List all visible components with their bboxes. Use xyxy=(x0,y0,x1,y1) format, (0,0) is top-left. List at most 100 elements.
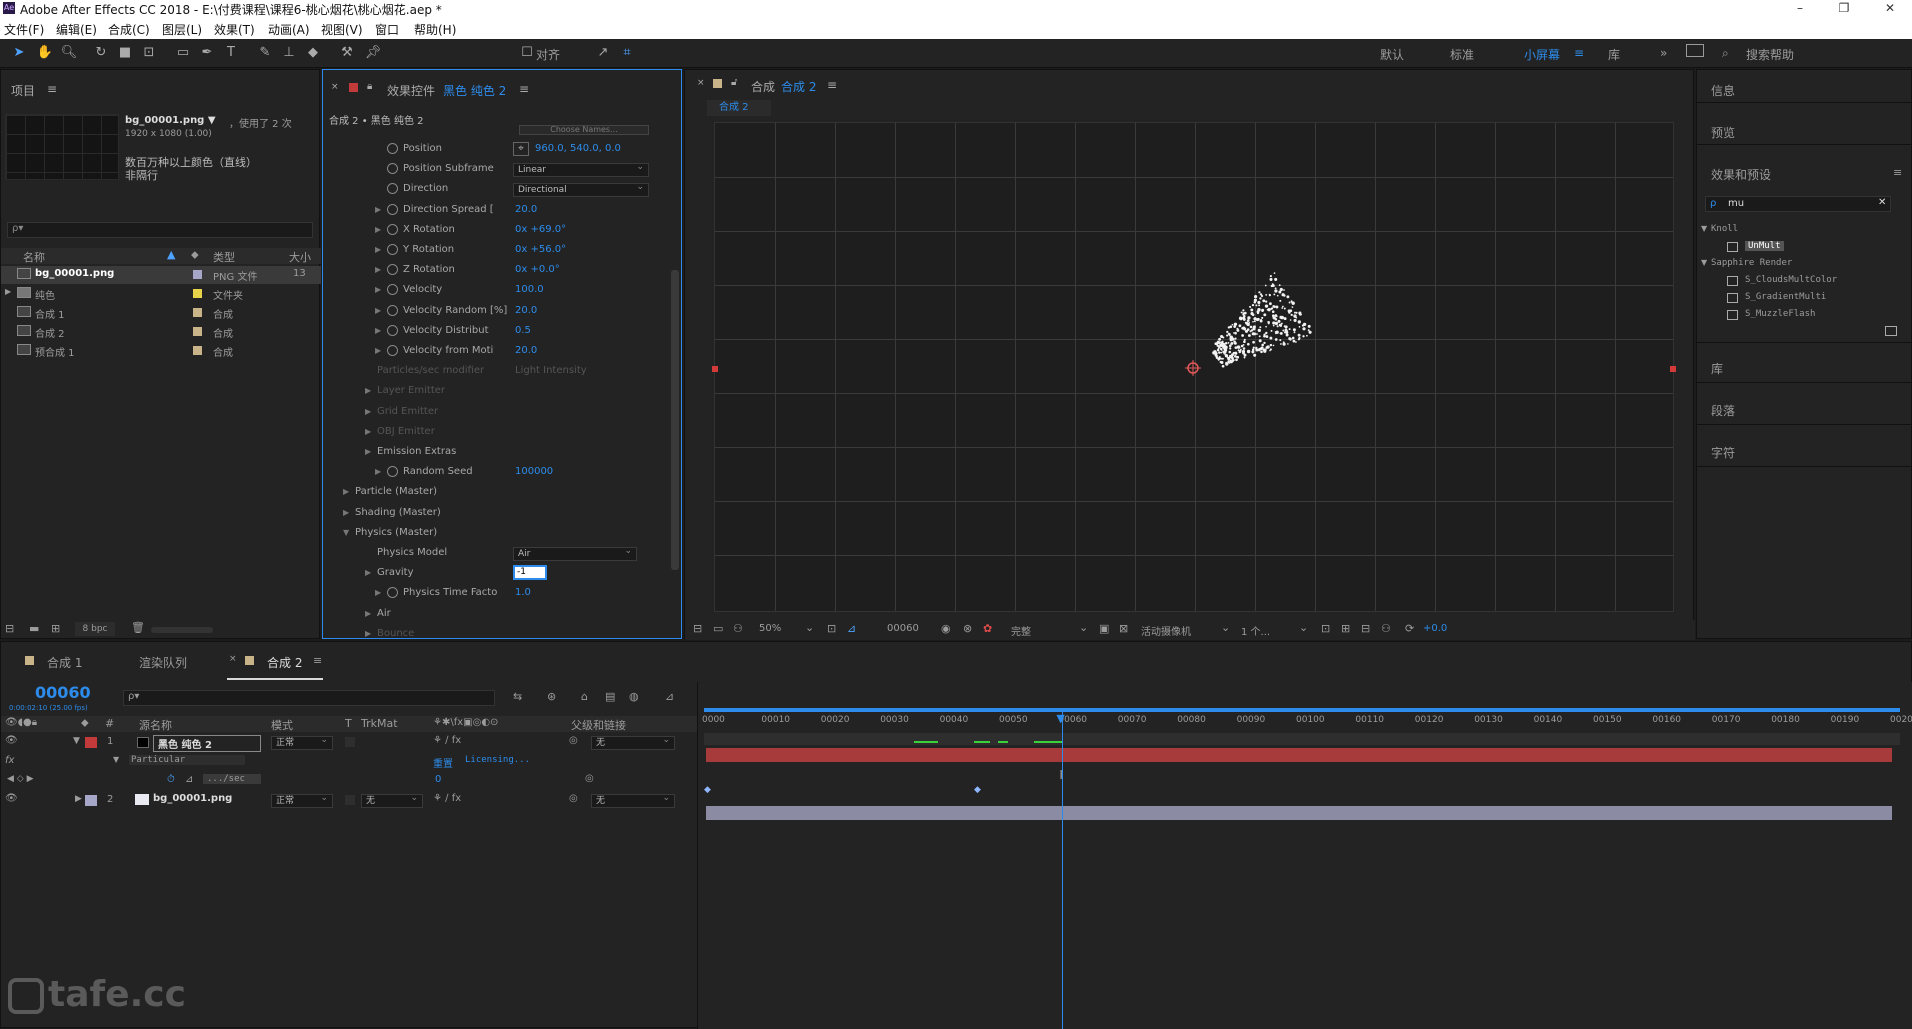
preserve-transparency-toggle[interactable] xyxy=(345,795,355,805)
stopwatch-icon[interactable] xyxy=(387,223,398,235)
composition-name[interactable]: 合成 2 xyxy=(781,78,816,95)
search-help[interactable]: 搜索帮助 xyxy=(1746,46,1794,63)
pickwhip-icon[interactable]: ◎ xyxy=(569,793,578,804)
stopwatch-icon[interactable] xyxy=(387,587,398,599)
menu-composition[interactable]: 合成(C) xyxy=(108,21,150,38)
expand-arrow-icon[interactable]: ▶ xyxy=(375,306,381,315)
choose-names-button[interactable]: Choose Names... xyxy=(519,125,649,135)
layer-handle[interactable] xyxy=(1670,366,1676,372)
quality-chevron-icon[interactable]: ⌄ xyxy=(1079,621,1088,634)
menu-view[interactable]: 视图(V) xyxy=(321,21,363,38)
effect-property-row[interactable]: ▶ Emission Extras xyxy=(323,443,663,463)
asset-name[interactable]: bg_00001.png ▼ xyxy=(125,115,216,126)
stopwatch-icon[interactable] xyxy=(387,264,398,276)
keyframe-icon[interactable]: ◆ xyxy=(704,785,711,795)
project-item[interactable]: 合成 1 合成 xyxy=(1,304,321,322)
effect-property-row[interactable]: ▶ Physics Time Facto 1.0 xyxy=(323,584,663,604)
stopwatch-icon[interactable] xyxy=(387,143,398,154)
reset-exposure-icon[interactable]: ⟳ xyxy=(1405,622,1414,635)
clear-search-icon[interactable]: ✕ xyxy=(1878,197,1886,208)
collapse-arrow-icon[interactable]: ▼ xyxy=(1701,224,1707,233)
mask-visibility-icon[interactable]: ⚇ xyxy=(733,622,743,635)
visibility-eye-icon[interactable]: 👁︎ xyxy=(5,793,18,804)
stopwatch-icon[interactable] xyxy=(387,284,398,296)
menu-edit[interactable]: 编辑(E) xyxy=(56,21,97,38)
expand-arrow-icon[interactable]: ▶ xyxy=(5,287,11,296)
snap-icon[interactable]: ↗ xyxy=(594,44,612,62)
property-value[interactable]: Light Intensity xyxy=(515,365,587,376)
expand-arrow-icon[interactable]: ▶ xyxy=(365,629,371,638)
expand-arrow-icon[interactable]: ▶ xyxy=(365,447,371,456)
stopwatch-icon[interactable] xyxy=(387,304,398,316)
zoom-select[interactable]: 50% xyxy=(759,623,781,634)
effect-property-row[interactable]: ▶ Grid Emitter xyxy=(323,403,663,423)
label-color-swatch[interactable] xyxy=(193,289,202,298)
collapse-arrow-icon[interactable]: ▼ xyxy=(343,528,349,537)
pickwhip-icon[interactable]: ◎ xyxy=(569,735,578,746)
expand-arrow-icon[interactable]: ▶ xyxy=(365,427,371,436)
monitor-icon[interactable]: ▭ xyxy=(713,622,723,635)
effect-property-row[interactable]: ▶ X Rotation 0x +69.0° xyxy=(323,221,663,241)
camera-tool-icon[interactable]: ■ xyxy=(116,44,134,62)
effect-property-row[interactable]: ▶ Random Seed 100000 xyxy=(323,463,663,483)
effects-tree-item[interactable]: S_MuzzleFlash xyxy=(1697,307,1911,325)
expand-arrow-icon[interactable]: ▶ xyxy=(375,326,381,335)
trkmat-select[interactable]: 无 xyxy=(361,792,423,808)
resolution-icon[interactable]: ⊡ xyxy=(827,622,836,635)
layer-switches-icon[interactable]: ⚘ ∕ fx xyxy=(433,793,461,804)
label-color-swatch[interactable] xyxy=(193,327,202,336)
shy-layers-icon[interactable]: ⌂ xyxy=(581,690,588,703)
playhead-handle-icon[interactable]: ▼ xyxy=(1056,712,1068,725)
label-color-swatch[interactable] xyxy=(193,346,202,355)
timeline-tab-render-queue[interactable]: 渲染队列 xyxy=(139,654,187,671)
effect-controls-layer[interactable]: 黑色 纯色 2 xyxy=(443,82,506,99)
sync-settings-icon[interactable] xyxy=(1686,44,1704,57)
expand-arrow-icon[interactable]: ▶ xyxy=(375,285,381,294)
layer-handle[interactable] xyxy=(712,366,718,372)
graph-editor-icon[interactable]: ⊿ xyxy=(665,690,674,703)
expand-arrow-icon[interactable]: ▶ xyxy=(75,794,82,804)
frame-blending-icon[interactable]: ▤ xyxy=(605,690,615,703)
label-color-swatch[interactable] xyxy=(193,308,202,317)
label-tag-icon[interactable]: ⬥ xyxy=(191,248,199,262)
column-type[interactable]: 类型 xyxy=(213,249,235,265)
puppet-tool-icon[interactable]: 📌︎ xyxy=(364,44,382,62)
stopwatch-icon[interactable] xyxy=(387,466,398,478)
selection-tool-icon[interactable]: ➤ xyxy=(10,44,28,62)
sort-up-icon[interactable]: ▲ xyxy=(167,248,175,261)
text-tool-icon[interactable]: T xyxy=(222,44,240,62)
anchor-point-icon[interactable] xyxy=(1185,360,1201,376)
views-chevron-icon[interactable]: ⌄ xyxy=(1299,621,1308,634)
effect-property-row[interactable]: Particles/sec modifier Light Intensity xyxy=(323,362,663,382)
expand-arrow-icon[interactable]: ▶ xyxy=(343,508,349,517)
collapse-arrow-icon[interactable]: ▼ xyxy=(1701,258,1707,267)
property-dropdown[interactable]: Linear xyxy=(513,161,649,178)
lock-icon[interactable]: 🔒︎ xyxy=(367,81,372,92)
effect-property-row[interactable]: ▶ Velocity Random [%] 20.0 xyxy=(323,302,663,322)
layer-label-color[interactable] xyxy=(85,737,97,748)
project-search-input[interactable]: ρ▾ xyxy=(7,222,313,238)
licensing-link[interactable]: Licensing... xyxy=(465,755,530,765)
stopwatch-icon[interactable] xyxy=(387,345,398,356)
workspace-default[interactable]: 默认 xyxy=(1380,46,1404,63)
effect-property-row[interactable]: Position ⌖ 960.0, 540.0, 0.0 xyxy=(323,140,663,160)
project-item[interactable]: 预合成 1 合成 xyxy=(1,342,321,360)
project-menu-icon[interactable]: ≡ xyxy=(47,82,57,96)
character-panel-tab[interactable]: 字符 xyxy=(1711,444,1735,461)
project-item[interactable]: 合成 2 合成 xyxy=(1,323,321,341)
property-value[interactable]: 1.0 xyxy=(515,587,531,598)
transparency-grid-icon[interactable]: ⊿ xyxy=(847,622,856,635)
collapse-arrow-icon[interactable]: ▼ xyxy=(73,736,80,746)
quality-select[interactable]: 完整 xyxy=(1011,623,1031,638)
timeline-tab-comp2[interactable]: 合成 2 xyxy=(267,654,302,671)
draft-3d-icon[interactable]: ⊛ xyxy=(547,690,556,703)
camera-select[interactable]: 活动摄像机 xyxy=(1141,623,1191,638)
hand-tool-icon[interactable]: ✋ xyxy=(36,44,54,62)
always-preview-icon[interactable]: ⊟ xyxy=(693,622,702,635)
property-value[interactable]: 0.5 xyxy=(515,325,531,336)
comp-panel-menu-icon[interactable]: ≡ xyxy=(827,78,837,92)
minimize-icon[interactable]: – xyxy=(1790,1,1810,15)
parent-column[interactable]: 父级和链接 xyxy=(571,717,626,733)
property-value[interactable]: 20.0 xyxy=(515,204,537,215)
graph-icon[interactable]: ⊿ xyxy=(185,774,193,785)
